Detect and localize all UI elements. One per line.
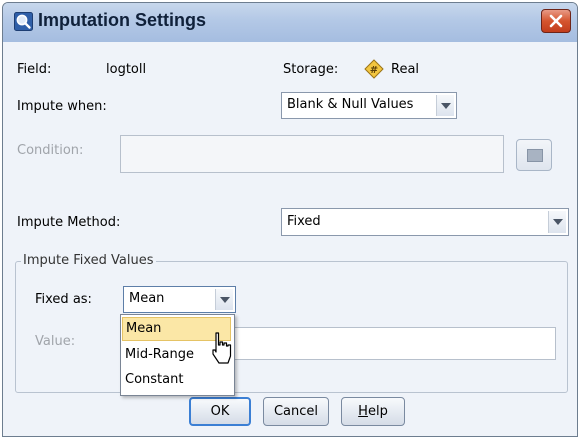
ok-button[interactable]: OK [189, 397, 251, 426]
dialog-title: Imputation Settings [38, 10, 206, 30]
impute-method-label: Impute Method: [17, 215, 121, 230]
expression-builder-button[interactable] [516, 139, 552, 171]
condition-field [120, 135, 504, 173]
chevron-down-icon[interactable] [215, 289, 233, 310]
value-label: Value: [35, 334, 76, 349]
real-storage-icon: # [364, 59, 384, 79]
close-icon [549, 14, 563, 28]
close-button[interactable] [541, 9, 571, 33]
imputation-settings-dialog: Imputation Settings Field: logtoll Stora… [2, 2, 578, 437]
impute-method-value: Fixed [287, 214, 321, 229]
magnifier-icon [14, 12, 33, 31]
impute-method-combo[interactable]: Fixed [281, 208, 569, 236]
help-button[interactable]: Help [341, 397, 405, 426]
impute-when-combo[interactable]: Blank & Null Values [281, 92, 457, 119]
svg-text:#: # [370, 65, 378, 76]
help-label-rest: elp [367, 404, 388, 419]
condition-label: Condition: [17, 143, 84, 158]
storage-label: Storage: [283, 62, 339, 77]
fixed-as-label: Fixed as: [35, 292, 92, 307]
chevron-down-icon[interactable] [436, 95, 454, 116]
mouse-pointer-icon [212, 332, 232, 364]
group-title: Impute Fixed Values [21, 253, 156, 268]
storage-value: Real [391, 62, 420, 77]
option-constant[interactable]: Constant [122, 368, 231, 392]
help-mnemonic: H [358, 404, 368, 419]
dialog-body: Field: logtoll Storage: # Real Impute wh… [3, 42, 577, 436]
impute-when-value: Blank & Null Values [287, 97, 414, 112]
chevron-down-icon[interactable] [548, 211, 566, 233]
field-value: logtoll [106, 62, 147, 77]
fixed-as-combo[interactable]: Mean [123, 286, 236, 313]
field-label: Field: [17, 62, 52, 77]
title-bar[interactable]: Imputation Settings [3, 3, 577, 42]
cancel-button[interactable]: Cancel [263, 397, 329, 426]
fixed-as-value: Mean [129, 291, 165, 306]
impute-when-label: Impute when: [17, 99, 107, 114]
calculator-icon [527, 149, 543, 162]
